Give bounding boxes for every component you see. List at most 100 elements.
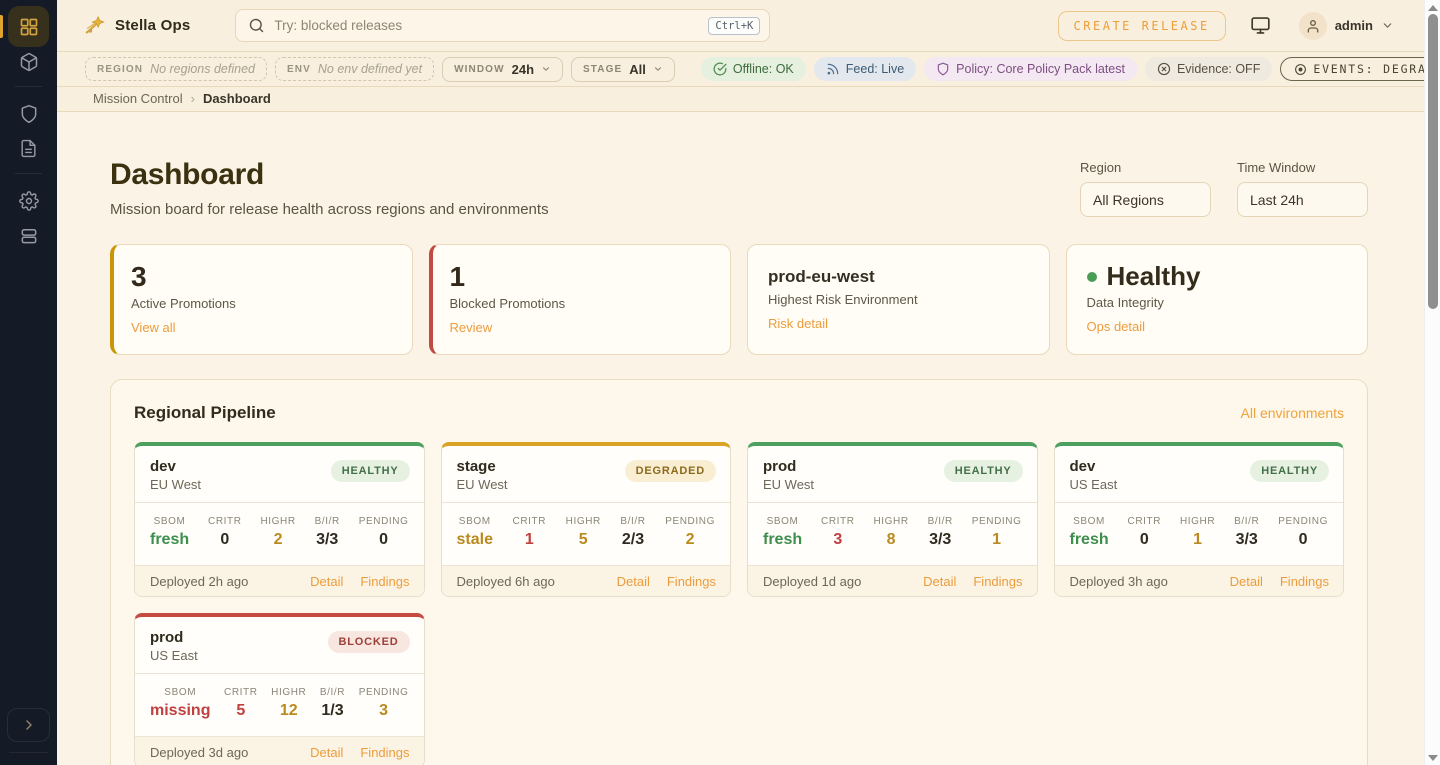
stat-label: SBOM xyxy=(767,516,799,527)
ops-detail-link[interactable]: Ops detail xyxy=(1087,319,1146,334)
stat-value: missing xyxy=(150,702,210,720)
breadcrumb: Mission Control › Dashboard xyxy=(57,87,1424,112)
env-chip-label: ENV xyxy=(287,64,311,75)
stat-value: 0 xyxy=(379,531,388,549)
user-menu[interactable]: admin xyxy=(1299,12,1394,40)
status-badge: HEALTHY xyxy=(331,460,410,482)
feed-status-pill[interactable]: Feed: Live xyxy=(814,57,916,81)
findings-link[interactable]: Findings xyxy=(360,745,409,760)
time-window-select[interactable]: Last 24h xyxy=(1237,182,1368,217)
document-icon xyxy=(19,139,38,158)
comet-logo-icon xyxy=(85,15,106,36)
package-icon xyxy=(19,52,39,72)
risk-detail-link[interactable]: Risk detail xyxy=(768,316,828,331)
offline-status-text: Offline: OK xyxy=(733,62,794,76)
servers-icon xyxy=(19,226,39,246)
stat-label: PENDING xyxy=(359,516,409,527)
stat-value: 3/3 xyxy=(1236,531,1258,549)
stat-value: 3/3 xyxy=(316,531,338,549)
context-bar: REGION No regions defined ENV No env def… xyxy=(57,52,1424,87)
detail-link[interactable]: Detail xyxy=(310,574,343,589)
topbar: Stella Ops Ctrl+K CREATE RELEASE admin xyxy=(57,0,1424,52)
stat-value: fresh xyxy=(1070,531,1109,549)
status-badge: HEALTHY xyxy=(944,460,1023,482)
sidebar-item-reports[interactable] xyxy=(8,128,49,169)
offline-status-pill[interactable]: Offline: OK xyxy=(701,57,806,81)
stat-value: 1 xyxy=(1193,531,1202,549)
sidebar-item-infrastructure[interactable] xyxy=(8,215,49,256)
environment-region: EU West xyxy=(763,477,814,492)
stat-label: PENDING xyxy=(1278,516,1328,527)
stage-chip-value: All xyxy=(629,62,646,77)
findings-link[interactable]: Findings xyxy=(667,574,716,589)
highest-risk-card: prod-eu-west Highest Risk Environment Ri… xyxy=(747,244,1050,355)
sidebar-item-releases[interactable] xyxy=(8,41,49,82)
search-input[interactable] xyxy=(274,18,699,33)
detail-link[interactable]: Detail xyxy=(617,574,650,589)
window-chip-label: WINDOW xyxy=(454,64,504,75)
stat-label: PENDING xyxy=(665,516,715,527)
global-search[interactable]: Ctrl+K xyxy=(235,9,770,42)
main-content: Dashboard Mission board for release heal… xyxy=(57,112,1424,765)
create-release-button[interactable]: CREATE RELEASE xyxy=(1058,11,1226,41)
stage-filter-chip[interactable]: STAGE All xyxy=(571,57,675,82)
breadcrumb-parent[interactable]: Mission Control xyxy=(93,91,183,106)
findings-link[interactable]: Findings xyxy=(1280,574,1329,589)
detail-link[interactable]: Detail xyxy=(310,745,343,760)
stat-value: 1 xyxy=(992,531,1001,549)
chevron-down-icon xyxy=(653,64,663,74)
brand: Stella Ops xyxy=(85,15,190,36)
findings-link[interactable]: Findings xyxy=(360,574,409,589)
stat-label: B/I/R xyxy=(320,687,345,698)
username: admin xyxy=(1335,18,1373,33)
stat-value: 1/3 xyxy=(321,702,343,720)
scroll-up-arrow[interactable] xyxy=(1428,5,1438,11)
evidence-status-pill[interactable]: Evidence: OFF xyxy=(1145,57,1272,81)
highest-risk-env: prod-eu-west xyxy=(768,267,1029,287)
view-all-link[interactable]: View all xyxy=(131,320,176,335)
environment-name: stage xyxy=(457,458,508,475)
chevron-separator: › xyxy=(191,91,195,106)
environment-name: prod xyxy=(150,629,198,646)
review-link[interactable]: Review xyxy=(450,320,493,335)
env-card-dev-eu-west: dev EU West HEALTHY SBOMfresh CRITR0 HIG… xyxy=(134,442,425,597)
chevron-right-icon xyxy=(21,717,37,733)
events-status-pill[interactable]: EVENTS: DEGRADED xyxy=(1280,57,1440,81)
sidebar xyxy=(0,0,57,765)
stat-label: CRITR xyxy=(224,687,258,698)
deployed-time: Deployed 6h ago xyxy=(457,574,555,589)
vertical-scrollbar xyxy=(1424,0,1440,765)
detail-link[interactable]: Detail xyxy=(923,574,956,589)
region-filter-chip[interactable]: REGION No regions defined xyxy=(85,57,267,81)
x-circle-icon xyxy=(1157,62,1171,76)
env-filter-chip[interactable]: ENV No env defined yet xyxy=(275,57,434,81)
avatar xyxy=(1299,12,1327,40)
scrollbar-thumb[interactable] xyxy=(1428,14,1438,309)
detail-link[interactable]: Detail xyxy=(1230,574,1263,589)
stat-label: SBOM xyxy=(164,687,196,698)
stat-label: SBOM xyxy=(1073,516,1105,527)
chevron-down-icon xyxy=(1381,19,1394,32)
window-filter-chip[interactable]: WINDOW 24h xyxy=(442,57,563,82)
sidebar-expand-button[interactable] xyxy=(7,708,50,742)
region-select[interactable]: All Regions xyxy=(1080,182,1211,217)
policy-status-pill[interactable]: Policy: Core Policy Pack latest xyxy=(924,57,1137,81)
stat-label: CRITR xyxy=(1128,516,1162,527)
all-environments-link[interactable]: All environments xyxy=(1241,405,1345,421)
stat-value: 12 xyxy=(280,702,298,720)
env-card-prod-eu-west: prod EU West HEALTHY SBOMfresh CRITR3 HI… xyxy=(747,442,1038,597)
card-label: Blocked Promotions xyxy=(450,296,711,311)
env-card-stage-eu-west: stage EU West DEGRADED SBOMstale CRITR1 … xyxy=(441,442,732,597)
findings-link[interactable]: Findings xyxy=(973,574,1022,589)
stat-value: 0 xyxy=(1299,531,1308,549)
page-title: Dashboard xyxy=(110,158,549,192)
scroll-down-arrow[interactable] xyxy=(1428,755,1438,761)
environment-name: dev xyxy=(150,458,201,475)
monitor-icon[interactable] xyxy=(1250,15,1271,36)
events-status-text: EVENTS: DEGRADED xyxy=(1313,62,1440,76)
stat-value: 0 xyxy=(1140,531,1149,549)
card-label: Active Promotions xyxy=(131,296,392,311)
environment-region: US East xyxy=(150,648,198,663)
blocked-promotions-count: 1 xyxy=(450,261,711,293)
rss-icon xyxy=(826,62,840,76)
